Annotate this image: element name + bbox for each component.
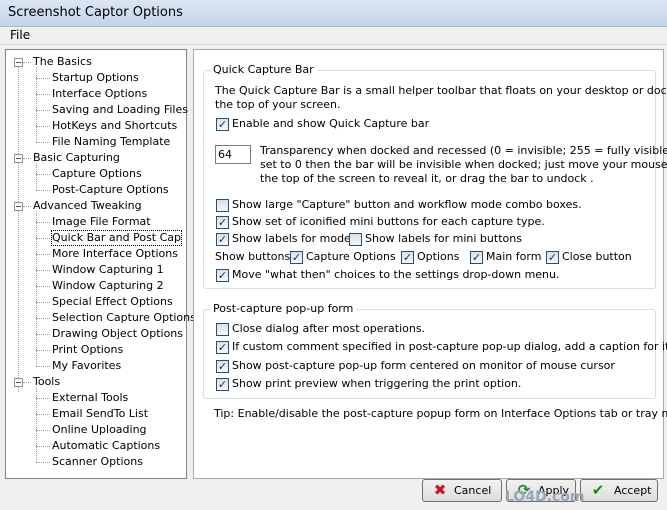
print-preview-checkbox[interactable]: ✓ [216, 378, 229, 391]
tree-item[interactable]: Print Options [52, 343, 123, 357]
tree-expander-icon[interactable]: − [14, 378, 23, 387]
move-what-then-checkbox[interactable]: ✓ [216, 269, 229, 282]
options-button-label: Options [417, 250, 460, 263]
tree-group[interactable]: The Basics [33, 55, 92, 69]
accept-check-icon: ✔ [591, 481, 605, 499]
tree-expander-icon[interactable]: − [14, 202, 23, 211]
large-capture-checkbox[interactable] [216, 199, 229, 212]
close-button-label: Close button [562, 250, 632, 263]
close-dialog-checkbox[interactable] [216, 323, 229, 336]
menu-bar: File [0, 27, 667, 45]
transparency-label: set to 0 then the bar will be invisible … [260, 158, 667, 171]
centered-popup-checkbox[interactable]: ✓ [216, 360, 229, 373]
tree-item[interactable]: Automatic Captions [52, 439, 160, 453]
tree-item[interactable]: Scanner Options [52, 455, 143, 469]
tree-item[interactable]: HotKeys and Shortcuts [52, 119, 177, 133]
tree-expander-icon[interactable]: − [14, 58, 23, 67]
quick-bar-description: the top of your screen. [215, 98, 341, 111]
cancel-button[interactable]: ✖ Cancel [422, 479, 502, 502]
large-capture-label: Show large "Capture" button and workflow… [232, 198, 582, 211]
show-buttons-label: Show buttons: [215, 250, 294, 263]
transparency-label: Transparency when docked and recessed (0… [260, 144, 667, 157]
tree-item[interactable]: Post-Capture Options [52, 183, 169, 197]
tree-item[interactable]: Special Effect Options [52, 295, 173, 309]
window-title: Screenshot Captor Options [8, 5, 183, 20]
post-capture-legend: Post-capture pop-up form [210, 302, 357, 315]
tree-item[interactable]: Selection Capture Options [52, 311, 196, 325]
close-button-checkbox[interactable]: ✓ [546, 251, 559, 264]
tree-item[interactable]: Interface Options [52, 87, 147, 101]
iconified-buttons-label: Show set of iconified mini buttons for e… [232, 215, 545, 228]
accept-button[interactable]: ✔ Accept [580, 479, 658, 502]
custom-comment-label: If custom comment specified in post-capt… [232, 340, 667, 353]
options-panel: Quick Capture Bar The Quick Capture Bar … [193, 49, 667, 479]
iconified-buttons-checkbox[interactable]: ✓ [216, 216, 229, 229]
enable-quick-bar-label: Enable and show Quick Capture bar [232, 117, 430, 130]
tree-item[interactable]: Image File Format [52, 215, 151, 229]
tree-item[interactable]: More Interface Options [52, 247, 178, 261]
accept-label: Accept [614, 484, 652, 497]
tree-item[interactable]: External Tools [52, 391, 128, 405]
custom-comment-checkbox[interactable]: ✓ [216, 341, 229, 354]
options-button-checkbox[interactable]: ✓ [401, 251, 414, 264]
tree-group[interactable]: Advanced Tweaking [33, 199, 142, 213]
tree-item[interactable]: Startup Options [52, 71, 139, 85]
tree-item[interactable]: Window Capturing 1 [52, 263, 164, 277]
main-form-button-label: Main form [486, 250, 542, 263]
enable-quick-bar-checkbox[interactable]: ✓ [216, 118, 229, 131]
quick-capture-bar-legend: Quick Capture Bar [210, 63, 317, 76]
centered-popup-label: Show post-capture pop-up form centered o… [232, 359, 615, 372]
labels-modes-label: Show labels for modes [232, 232, 357, 245]
tree-expander-icon[interactable]: − [14, 154, 23, 163]
tip-text: Tip: Enable/disable the post-capture pop… [214, 407, 667, 420]
tree-item[interactable]: Email SendTo List [52, 407, 148, 421]
print-preview-label: Show print preview when triggering the p… [232, 377, 522, 390]
labels-modes-checkbox[interactable]: ✓ [216, 233, 229, 246]
tree-item[interactable]: Saving and Loading Files [52, 103, 188, 117]
transparency-label: the top of the screen to reveal it, or d… [260, 172, 594, 185]
tree-group[interactable]: Basic Capturing [33, 151, 120, 165]
tree-item[interactable]: Window Capturing 2 [52, 279, 164, 293]
quick-bar-description: The Quick Capture Bar is a small helper … [215, 84, 667, 97]
tree-item[interactable]: File Naming Template [52, 135, 170, 149]
tree-item[interactable]: My Favorites [52, 359, 121, 373]
watermark-logo: LO4D.com [505, 489, 585, 505]
tree-item[interactable]: Drawing Object Options [52, 327, 183, 341]
menu-file[interactable]: File [10, 28, 30, 42]
tree-item[interactable]: Capture Options [52, 167, 142, 181]
cancel-label: Cancel [454, 484, 492, 497]
cancel-x-icon: ✖ [433, 481, 447, 499]
tree-group[interactable]: Tools [33, 375, 60, 389]
tree-item[interactable]: Online Uploading [52, 423, 147, 437]
labels-mini-checkbox[interactable] [349, 233, 362, 246]
main-form-button-checkbox[interactable]: ✓ [470, 251, 483, 264]
labels-mini-label: Show labels for mini buttons [365, 232, 522, 245]
move-what-then-label: Move "what then" choices to the settings… [232, 268, 560, 281]
close-dialog-label: Close dialog after most operations. [232, 322, 426, 335]
capture-options-button-checkbox[interactable]: ✓ [290, 251, 303, 264]
options-tree[interactable]: − The Basics Startup Options Interface Opti… [5, 49, 196, 479]
capture-options-button-label: Capture Options [306, 250, 396, 263]
title-bar: Screenshot Captor Options [0, 0, 667, 27]
transparency-input[interactable]: 64 [215, 145, 251, 164]
tree-item[interactable]: Quick Bar and Post Cap [50, 230, 183, 246]
